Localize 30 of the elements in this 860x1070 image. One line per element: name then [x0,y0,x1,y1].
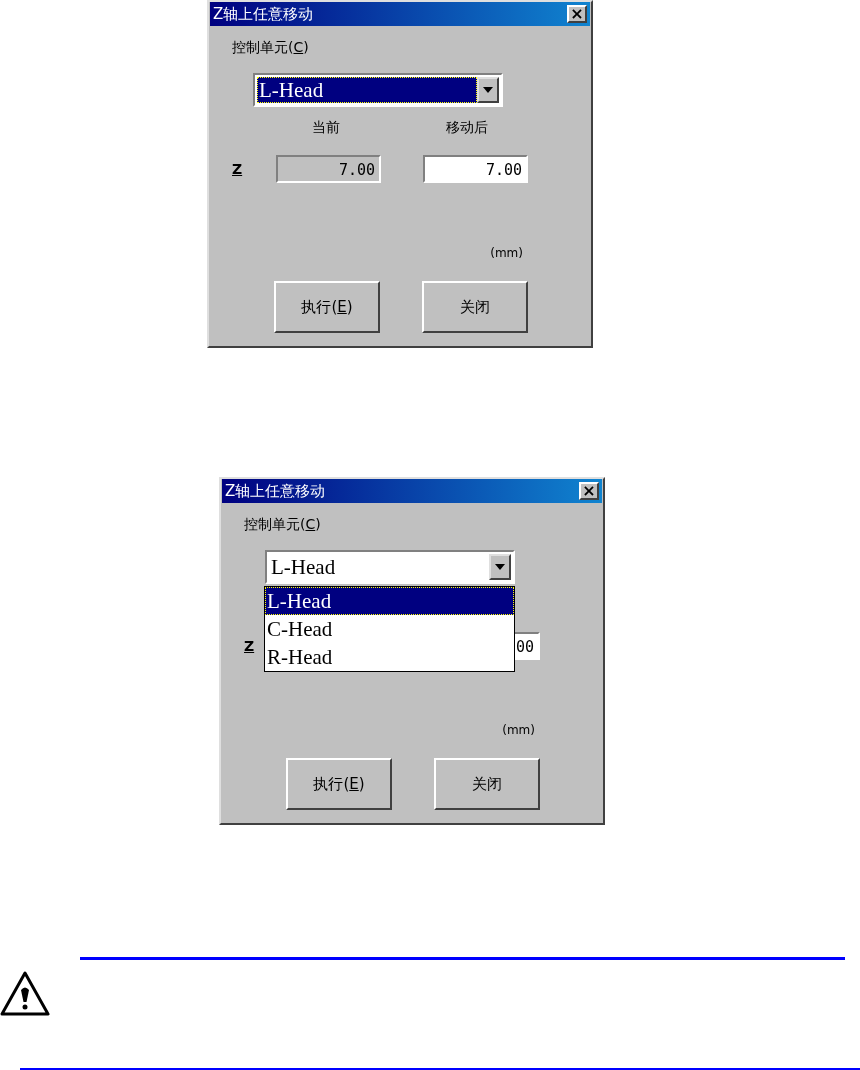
close-button[interactable]: × [579,482,599,500]
close-button[interactable]: × [567,5,587,23]
unit-label: (mm) [489,245,523,261]
dropdown-value: L-Head [270,554,337,580]
axis-label: Z [231,161,244,177]
axis-label: Z [243,638,256,654]
column-header: 当前 [312,118,340,137]
dropdown-arrow-button[interactable] [477,77,499,103]
dialog-button[interactable]: 关闭 [422,281,528,333]
dropdown-option[interactable]: R-Head [265,643,514,671]
dialog-button[interactable]: 关闭 [434,758,540,810]
caret-icon [495,564,505,570]
dropdown-value: L-Head [257,77,477,103]
window-title: Z轴上任意移动 [213,4,314,24]
field-label: 控制单元(C) [232,38,310,56]
field-label: 控制单元(C) [244,515,322,533]
target-value-field[interactable]: 7.00 [423,155,528,183]
dropdown-arrow-button[interactable] [489,554,511,580]
dialog-button[interactable]: 执行(E) [274,281,380,333]
warning-icon [0,971,50,1017]
dropdown[interactable]: L-Head [265,550,515,584]
unit-label: (mm) [501,722,535,738]
window-title: Z轴上任意移动 [225,481,326,501]
current-value-field: 7.00 [276,155,381,183]
column-header: 移动后 [446,118,488,137]
caret-icon [483,87,493,93]
dropdown-option[interactable]: L-Head [265,587,514,615]
dialog-button[interactable]: 执行(E) [286,758,392,810]
dropdown[interactable]: L-Head [253,73,503,107]
dropdown-option[interactable]: C-Head [265,615,514,643]
